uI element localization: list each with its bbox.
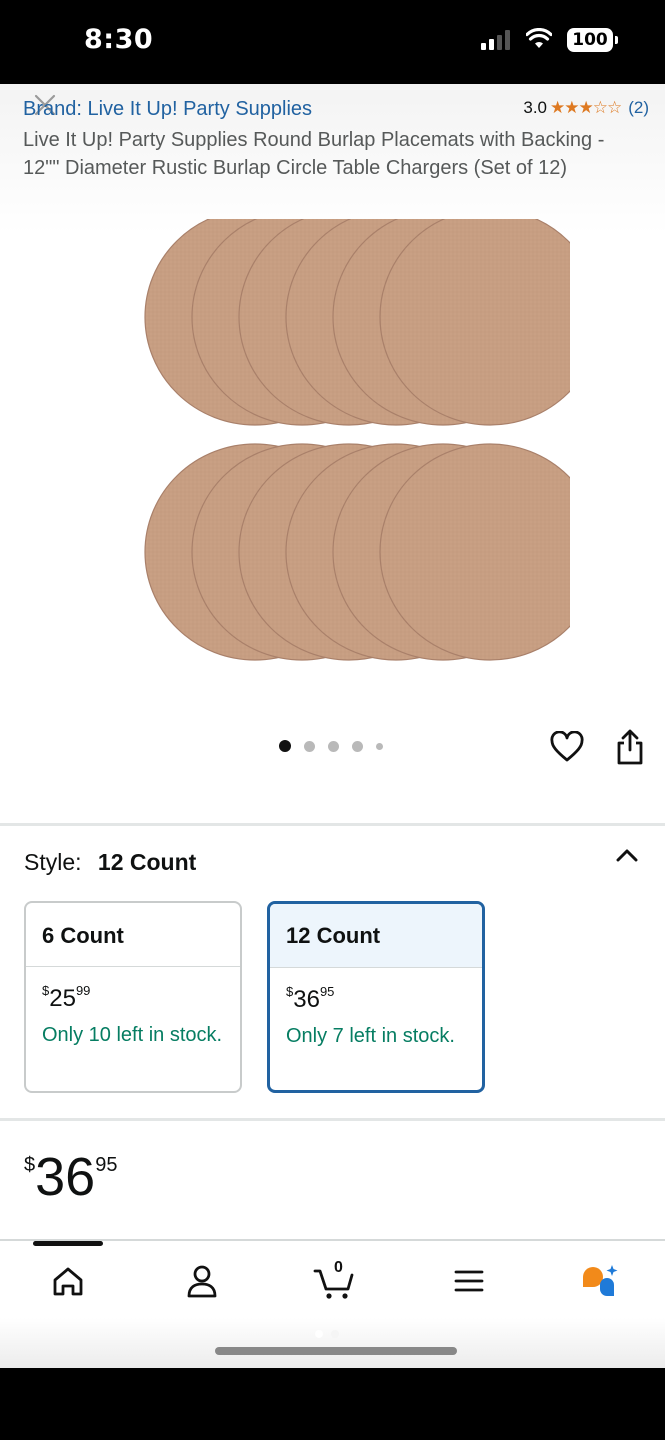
carousel-dot[interactable] (376, 742, 383, 750)
carousel-dot[interactable] (352, 740, 363, 752)
divider (0, 1118, 665, 1121)
account-icon[interactable] (180, 1261, 224, 1301)
option-name: 12 Count (270, 904, 482, 968)
option-name: 6 Count (26, 903, 240, 967)
rating[interactable]: 3.0 ★★★☆☆ (2) (523, 98, 649, 118)
style-option-12-count[interactable]: 12 Count $3695 Only 7 left in stock. (267, 901, 485, 1093)
carousel-dot[interactable] (304, 740, 315, 752)
option-price: $2599 (42, 983, 91, 1012)
menu-icon[interactable] (447, 1261, 491, 1301)
product-image[interactable] (100, 219, 570, 689)
product-title: Live It Up! Party Supplies Round Burlap … (23, 129, 605, 179)
price-whole: 36 (35, 1147, 96, 1207)
product-screen: Brand: Live It Up! Party Supplies 3.0 ★★… (0, 84, 665, 1368)
home-icon[interactable] (46, 1261, 90, 1301)
chevron-up-icon[interactable] (614, 844, 640, 866)
option-stock: Only 7 left in stock. (286, 1025, 455, 1047)
rating-value: 3.0 (523, 98, 548, 117)
price: $3695 (24, 1147, 118, 1207)
brand-link[interactable]: Brand: Live It Up! Party Supplies (23, 98, 312, 121)
carousel-dots[interactable] (279, 740, 383, 752)
option-price: $3695 (286, 984, 335, 1013)
rufus-icon[interactable] (578, 1261, 622, 1301)
cart-button[interactable]: 0 (312, 1259, 356, 1301)
price-fraction: 95 (95, 1154, 118, 1176)
status-time: 8:30 (84, 24, 154, 55)
nav-active-indicator (33, 1241, 103, 1246)
style-option-6-count[interactable]: 6 Count $2599 Only 10 left in stock. (24, 901, 242, 1093)
style-label: Style: (24, 849, 82, 875)
share-icon[interactable] (614, 728, 646, 766)
rating-count[interactable]: (2) (628, 98, 649, 118)
cart-count: 0 (334, 1259, 343, 1276)
battery-icon: 100 (567, 28, 618, 52)
rating-stars: ★★★☆☆ (550, 98, 622, 117)
style-row: Style: 12 Count (24, 849, 196, 876)
wifi-icon (526, 28, 552, 48)
signal-icon (481, 30, 513, 50)
style-selected-value: 12 Count (97, 849, 197, 875)
option-stock: Only 10 left in stock. (42, 1024, 223, 1046)
status-bar: 8:30 100 (0, 0, 665, 84)
heart-icon[interactable] (550, 731, 584, 763)
page-dots (315, 1330, 339, 1338)
carousel-dot[interactable] (279, 740, 291, 752)
carousel-dot[interactable] (328, 740, 339, 752)
home-indicator[interactable] (215, 1347, 457, 1355)
divider (0, 823, 665, 826)
